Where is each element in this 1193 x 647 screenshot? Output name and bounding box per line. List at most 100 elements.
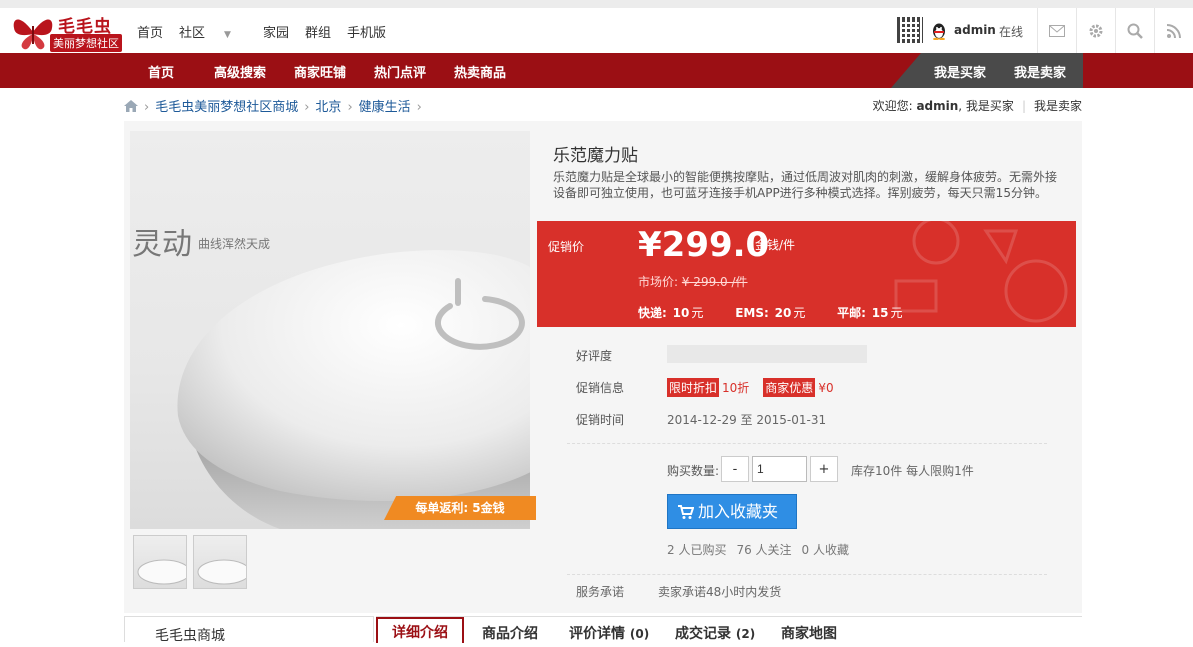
promo-price: ¥299.0	[638, 225, 770, 265]
tab-details[interactable]: 详细介绍	[376, 617, 464, 643]
quantity-input[interactable]	[752, 456, 807, 482]
favorite-count: 0 人收藏	[801, 543, 849, 557]
tab-count: (0)	[629, 627, 650, 641]
shipping-name: 平邮:	[837, 306, 866, 320]
shipping-value: 15	[871, 306, 889, 320]
tab-label: 评价详情	[569, 626, 625, 642]
market-price: 市场价: ¥ 299.0 /件	[638, 273, 748, 290]
service-label: 服务承诺	[576, 585, 625, 599]
quantity-increase-button[interactable]: +	[810, 456, 838, 482]
shipping-unit: 元	[691, 306, 704, 320]
promo-info-label: 促销信息	[576, 381, 625, 395]
product-main-image[interactable]: 灵动 曲线浑然天成	[130, 131, 530, 529]
welcome-role[interactable]: , 我是买家	[958, 99, 1014, 113]
shipping-value: 10	[672, 306, 690, 320]
site-logo[interactable]: 毛毛虫 美丽梦想社区	[8, 10, 130, 54]
breadcrumb-separator: ›	[144, 100, 150, 115]
breadcrumb-separator: ›	[347, 100, 353, 115]
mail-icon[interactable]	[1037, 8, 1076, 53]
online-status[interactable]: 在线	[999, 23, 1023, 40]
promo-time-label: 促销时间	[576, 413, 625, 427]
divider	[567, 574, 1047, 575]
follow-count: 76 人关注	[736, 543, 792, 557]
product-thumbnail[interactable]	[133, 535, 187, 589]
market-price-value: ¥ 299.0 /件	[681, 275, 748, 289]
price-box: 促销价 ¥299.0 金钱/件 市场价: ¥ 299.0 /件 快递: 10 元 …	[537, 221, 1076, 327]
price-unit: 金钱/件	[755, 238, 796, 252]
breadcrumb: › 毛毛虫美丽梦想社区商城 › 北京 › 健康生活 ›	[124, 96, 428, 115]
breadcrumb-separator: ›	[304, 100, 310, 115]
shipping-fees: 快递: 10 元 EMS: 20 元 平邮: 15 元	[638, 304, 931, 321]
cart-icon	[678, 505, 694, 519]
username-link[interactable]: admin	[954, 23, 996, 37]
thumbnail-picture	[137, 559, 186, 585]
tab-transactions[interactable]: 成交记录 (2)	[675, 623, 755, 643]
welcome-prefix: 欢迎您:	[872, 99, 917, 113]
rating-bar	[667, 345, 867, 363]
topnav-groups[interactable]: 群组	[305, 22, 331, 41]
nav-home[interactable]: 首页	[148, 62, 174, 81]
tab-label: 商家地图	[781, 626, 837, 642]
breadcrumb-separator: ›	[416, 100, 422, 115]
bought-count: 2 人已购买	[667, 543, 727, 557]
shipping-post: 平邮: 15 元	[837, 306, 916, 320]
nav-advanced-search[interactable]: 高级搜索	[214, 62, 266, 81]
breadcrumb-category[interactable]: 健康生活	[359, 100, 411, 115]
tab-shop-map[interactable]: 商家地图	[781, 623, 837, 643]
tab-reviews[interactable]: 评价详情 (0)	[569, 623, 649, 643]
divider: |	[1021, 99, 1026, 113]
quantity-label: 购买数量:	[667, 464, 720, 478]
product-thumbnail[interactable]	[193, 535, 247, 589]
shipping-value: 20	[774, 306, 792, 320]
topnav-home[interactable]: 首页	[137, 22, 163, 41]
search-icon[interactable]	[1115, 8, 1154, 53]
add-to-favorites-label: 加入收藏夹	[698, 502, 779, 521]
quantity-decrease-button[interactable]: -	[721, 456, 749, 482]
shipping-express: 快递: 10 元	[638, 306, 717, 320]
topnav-home-garden[interactable]: 家园	[263, 22, 289, 41]
topnav-community-label: 社区	[179, 26, 206, 41]
add-to-favorites-button[interactable]: 加入收藏夹	[667, 494, 797, 529]
shop-name[interactable]: 毛毛虫商城	[155, 625, 225, 645]
detail-tabs: 详细介绍 商品介绍 评价详情 (0) 成交记录 (2) 商家地图	[376, 616, 1082, 643]
chevron-down-icon: ▼	[224, 30, 231, 40]
promo-time-value: 2014-12-29 至 2015-01-31	[667, 413, 827, 427]
nav-im-seller[interactable]: 我是卖家	[1014, 62, 1066, 81]
welcome-seller-link[interactable]: 我是卖家	[1034, 99, 1082, 113]
service-text: 卖家承诺48小时内发货	[658, 585, 782, 599]
promo-discount-value: 10折	[722, 381, 750, 395]
top-bar: 毛毛虫 美丽梦想社区 首页 社区 ▼ 家园 群组 手机版 admin 在线	[0, 0, 1193, 53]
topnav-community[interactable]: 社区 ▼	[179, 22, 247, 41]
nav-hot-reviews[interactable]: 热门点评	[374, 62, 426, 81]
welcome-text: 欢迎您: admin, 我是买家 | 我是卖家	[873, 97, 1082, 114]
promo-info: 限时折扣 10折 商家优惠 ¥0	[667, 378, 834, 397]
home-icon[interactable]	[124, 100, 138, 112]
tab-product-intro[interactable]: 商品介绍	[482, 623, 538, 643]
role-nav: 我是买家 我是卖家	[891, 53, 1083, 88]
product-stats: 2 人已购买 76 人关注 0 人收藏	[667, 541, 859, 558]
shop-sidebar-header: 毛毛虫商城	[124, 616, 374, 645]
shipping-name: 快递:	[638, 306, 667, 320]
tab-count: (2)	[735, 627, 756, 641]
gear-icon[interactable]	[1076, 8, 1115, 53]
nav-shops[interactable]: 商家旺铺	[294, 62, 346, 81]
breadcrumb-city[interactable]: 北京	[315, 100, 341, 115]
divider	[567, 443, 1047, 444]
promo-tag-merchant: 商家优惠	[763, 378, 816, 397]
topnav-mobile[interactable]: 手机版	[347, 22, 386, 41]
qr-code-icon[interactable]	[897, 17, 923, 43]
rss-icon[interactable]	[1154, 8, 1193, 53]
shipping-name: EMS:	[735, 306, 769, 320]
promo-merchant-value: ¥0	[818, 381, 834, 395]
product-device-picture	[177, 250, 530, 529]
tab-label: 成交记录	[675, 626, 731, 642]
market-price-label: 市场价:	[638, 275, 682, 289]
nav-hot-products[interactable]: 热卖商品	[454, 62, 506, 81]
brand-subtitle: 美丽梦想社区	[50, 34, 122, 52]
welcome-user[interactable]: admin	[916, 99, 958, 113]
breadcrumb-mall[interactable]: 毛毛虫美丽梦想社区商城	[155, 100, 298, 115]
nav-im-buyer[interactable]: 我是买家	[934, 62, 986, 81]
qq-penguin-icon[interactable]	[930, 22, 948, 40]
product-description: 乐范魔力贴是全球最小的智能便携按摩贴，通过低周波对肌肉的刺激，缓解身体疲劳。无需…	[553, 170, 1058, 200]
rating-label: 好评度	[576, 349, 613, 363]
